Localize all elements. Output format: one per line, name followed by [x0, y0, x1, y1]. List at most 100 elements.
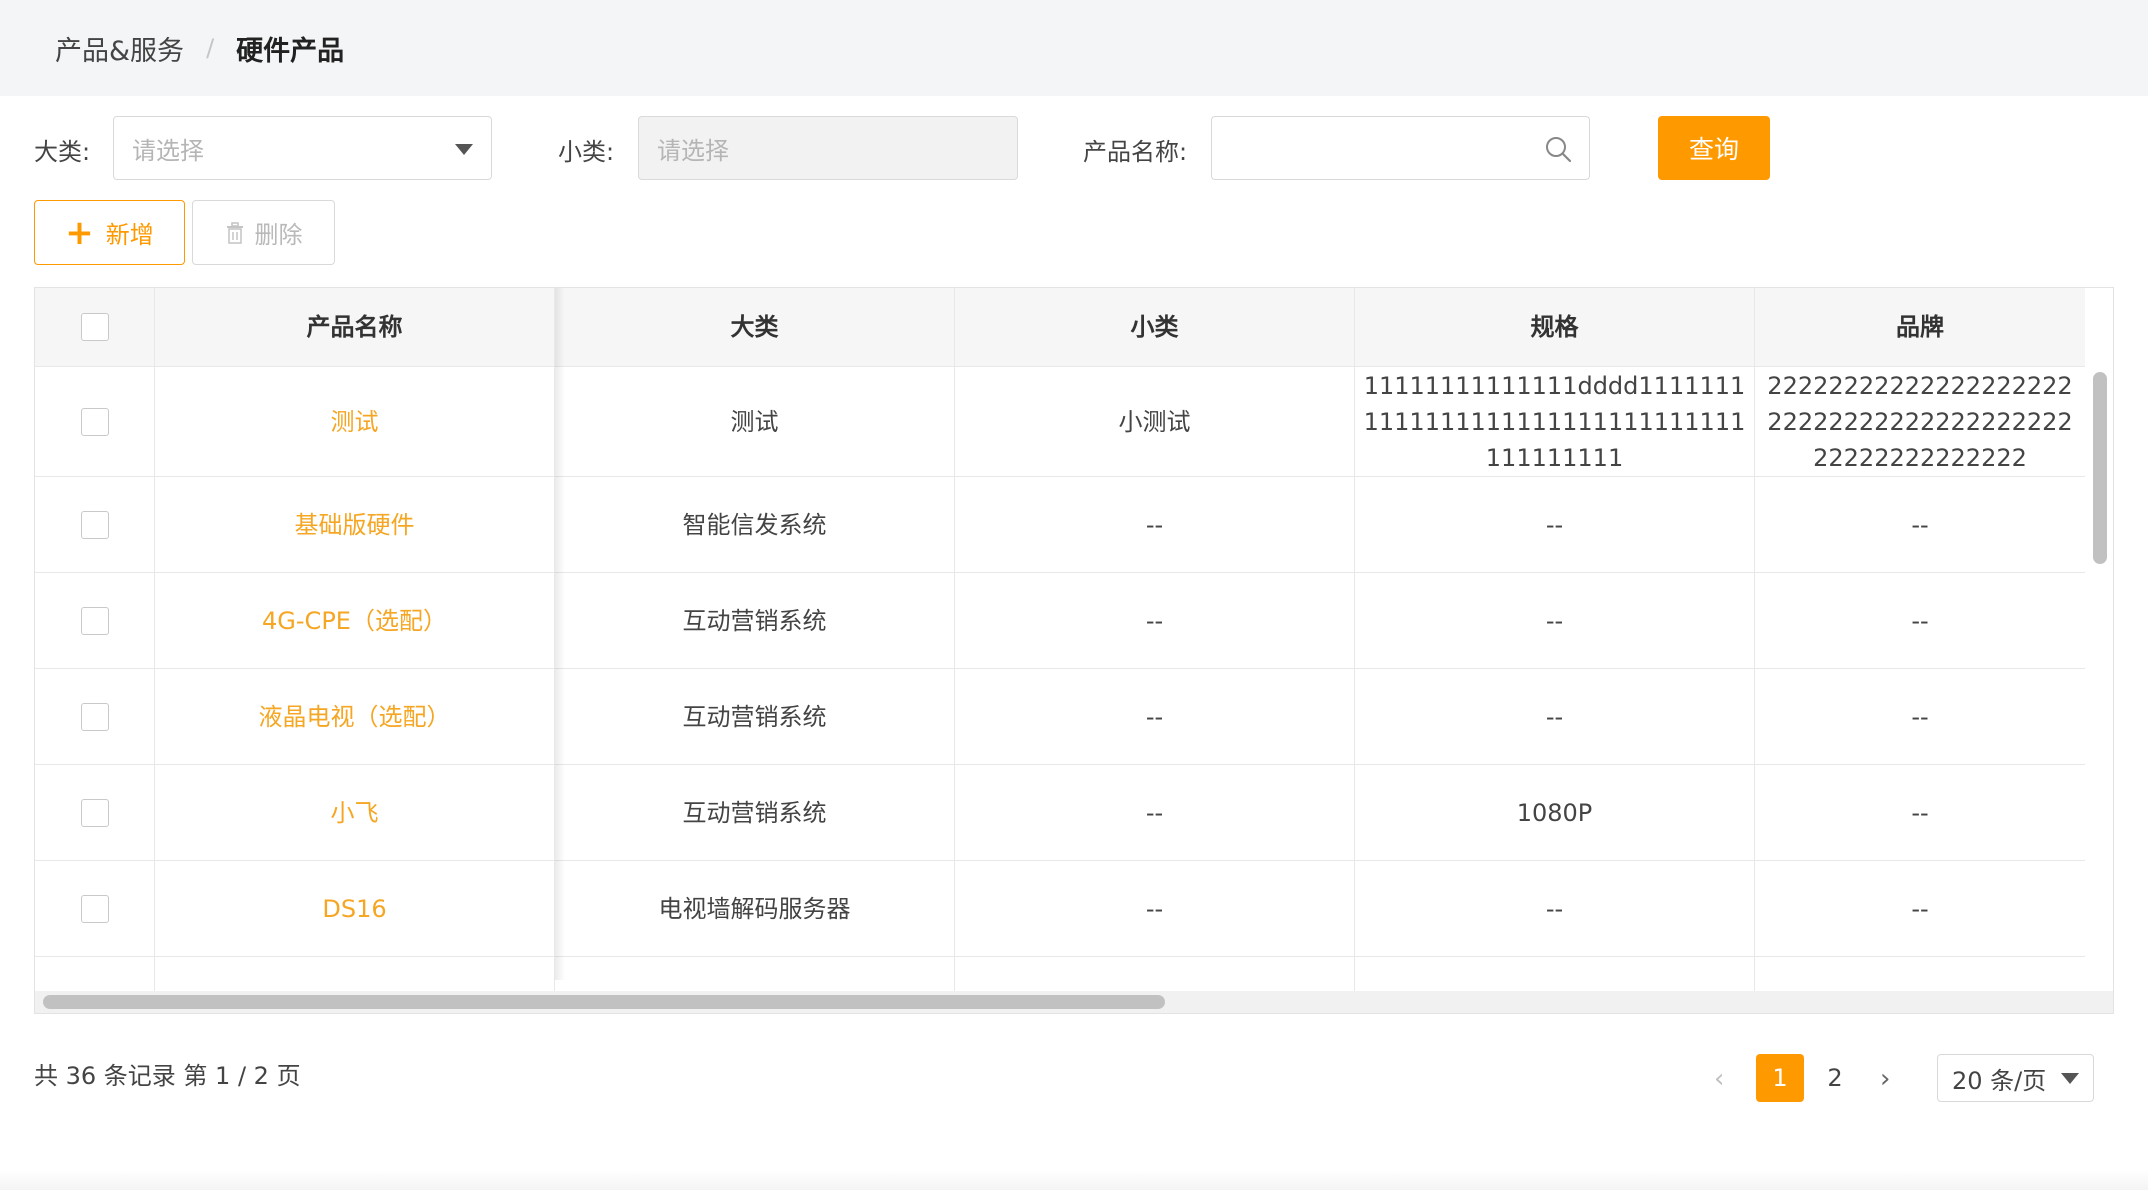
spec-cell: -- — [1355, 669, 1755, 764]
pagination: ‹ 1 2 › — [1714, 1054, 1894, 1102]
category-label: 大类: — [34, 138, 91, 166]
table-row[interactable]: 液晶电视（选配） 互动营销系统 -- -- -- — [35, 669, 2085, 765]
category-cell: 互动营销系统 — [555, 669, 955, 764]
subcategory-select[interactable]: 请选择 — [638, 116, 1018, 180]
header-brand: 品牌 — [1896, 313, 1944, 341]
spec-text: 11111111111111dddd1111111111111111111111… — [1363, 371, 1746, 472]
fixed-column-shadow — [555, 288, 565, 980]
page-2-button[interactable]: 2 — [1811, 1054, 1859, 1102]
product-name-label: 产品名称: — [1083, 138, 1188, 166]
product-name-cell: 小飞 — [155, 765, 555, 860]
search-icon[interactable] — [1543, 134, 1573, 164]
page-1-button[interactable]: 1 — [1756, 1054, 1804, 1102]
trash-icon — [226, 221, 243, 244]
spec-cell: -- — [1355, 573, 1755, 668]
plus-icon: + — [65, 212, 94, 253]
table-row[interactable]: 小飞 互动营销系统 -- 1080P -- — [35, 765, 2085, 861]
product-name-link[interactable]: 小飞 — [331, 795, 379, 831]
header-spec: 规格 — [1355, 288, 1755, 366]
subcategory-cell: -- — [955, 573, 1355, 668]
brand-cell: -- — [1911, 606, 1929, 635]
brand-cell: -- — [1911, 894, 1929, 923]
vertical-scrollbar[interactable] — [2093, 372, 2107, 564]
spec-cell: -- — [1355, 861, 1755, 956]
category-select-placeholder: 请选择 — [132, 136, 204, 165]
table-row[interactable]: 4G-CPE（选配） 互动营销系统 -- -- -- — [35, 573, 2085, 669]
horizontal-scrollbar[interactable] — [43, 995, 1165, 1009]
spec-cell: 11111111111111dddd1111111111111111111111… — [1355, 367, 1755, 476]
row-checkbox[interactable] — [80, 606, 109, 635]
subcategory-cell: 小测试 — [955, 367, 1355, 476]
row-select-cell — [35, 477, 155, 572]
spec-cell: -- — [1355, 477, 1755, 572]
delete-button[interactable]: 删除 — [192, 200, 335, 265]
table-row[interactable]: 测试 测试 小测试 11111111111111dddd111111111111… — [35, 367, 2085, 477]
brand-cell: -- — [1911, 798, 1929, 827]
category-cell: 互动营销系统 — [555, 765, 955, 860]
page-size-select[interactable]: 20 条/页 — [1937, 1054, 2094, 1102]
row-checkbox[interactable] — [80, 702, 109, 731]
select-all-cell — [35, 288, 155, 366]
breadcrumb-separator: / — [206, 34, 215, 62]
subcategory-select-placeholder: 请选择 — [657, 136, 729, 165]
product-name-link[interactable]: 液晶电视（选配） — [259, 699, 451, 735]
row-checkbox[interactable] — [80, 510, 109, 539]
row-checkbox[interactable] — [80, 407, 109, 436]
subcategory-cell: -- — [955, 669, 1355, 764]
table-header-row: 产品名称 大类 小类 规格 品牌 — [35, 288, 2085, 367]
brand-text: 2222222222222222222222222222222222222222… — [1767, 371, 2073, 472]
header-category: 大类 — [555, 288, 955, 366]
breadcrumb: 产品&服务 / 硬件产品 — [0, 0, 2148, 96]
row-select-cell — [35, 573, 155, 668]
brand-cell: 2222222222222222222222222222222222222222… — [1755, 367, 2085, 476]
table-row[interactable]: DS16 电视墙解码服务器 -- -- -- — [35, 861, 2085, 957]
category-cell: 智能信发系统 — [555, 477, 955, 572]
filter-bar: 大类: 请选择 小类: 请选择 产品名称: 查询 — [0, 116, 2148, 180]
product-table: 产品名称 大类 小类 规格 品牌 测试 测试 小测试 1111111111111… — [34, 287, 2114, 1014]
chevron-left-icon[interactable]: ‹ — [1714, 1064, 1724, 1094]
product-name-link[interactable]: 测试 — [331, 404, 379, 440]
chevron-down-icon — [455, 144, 473, 155]
product-name-cell: 液晶电视（选配） — [155, 669, 555, 764]
select-all-checkbox[interactable] — [80, 313, 109, 341]
row-checkbox[interactable] — [80, 798, 109, 827]
add-button[interactable]: + 新增 — [34, 200, 185, 265]
category-cell: 电视墙解码服务器 — [555, 861, 955, 956]
header-subcategory: 小类 — [955, 288, 1355, 366]
breadcrumb-current: 硬件产品 — [236, 35, 345, 67]
row-select-cell — [35, 669, 155, 764]
chevron-right-icon[interactable]: › — [1880, 1064, 1890, 1094]
product-name-cell: 测试 — [155, 367, 555, 476]
subcategory-cell: -- — [955, 861, 1355, 956]
row-checkbox[interactable] — [80, 894, 109, 923]
product-name-cell: 基础版硬件 — [155, 477, 555, 572]
table-row[interactable]: 基础版硬件 智能信发系统 -- -- -- — [35, 477, 2085, 573]
category-cell: 测试 — [555, 367, 955, 476]
row-select-cell — [35, 861, 155, 956]
row-select-cell — [35, 367, 155, 476]
subcategory-cell: -- — [955, 765, 1355, 860]
subcategory-label: 小类: — [558, 138, 615, 166]
record-summary: 共 36 条记录 第 1 / 2 页 — [34, 1062, 301, 1090]
header-product-name: 产品名称 — [155, 288, 555, 366]
product-name-cell: 4G-CPE（选配） — [155, 573, 555, 668]
product-name-link[interactable]: DS16 — [322, 891, 386, 927]
product-name-cell: DS16 — [155, 861, 555, 956]
product-name-link[interactable]: 4G-CPE（选配） — [262, 603, 447, 639]
add-button-label: 新增 — [105, 221, 154, 249]
delete-button-label: 删除 — [254, 221, 303, 249]
brand-cell: -- — [1911, 510, 1929, 539]
spec-cell: 1080P — [1355, 765, 1755, 860]
category-cell: 互动营销系统 — [555, 573, 955, 668]
query-button[interactable]: 查询 — [1658, 116, 1770, 180]
bottom-edge — [0, 1170, 2148, 1190]
row-select-cell — [35, 765, 155, 860]
page-size-value: 20 条/页 — [1952, 1066, 2047, 1095]
product-name-link[interactable]: 基础版硬件 — [295, 507, 415, 543]
breadcrumb-parent[interactable]: 产品&服务 — [55, 29, 184, 68]
brand-cell: -- — [1911, 702, 1929, 731]
product-name-input[interactable] — [1211, 116, 1590, 180]
category-select[interactable]: 请选择 — [113, 116, 492, 180]
chevron-down-icon — [2061, 1073, 2079, 1084]
subcategory-cell: -- — [955, 477, 1355, 572]
